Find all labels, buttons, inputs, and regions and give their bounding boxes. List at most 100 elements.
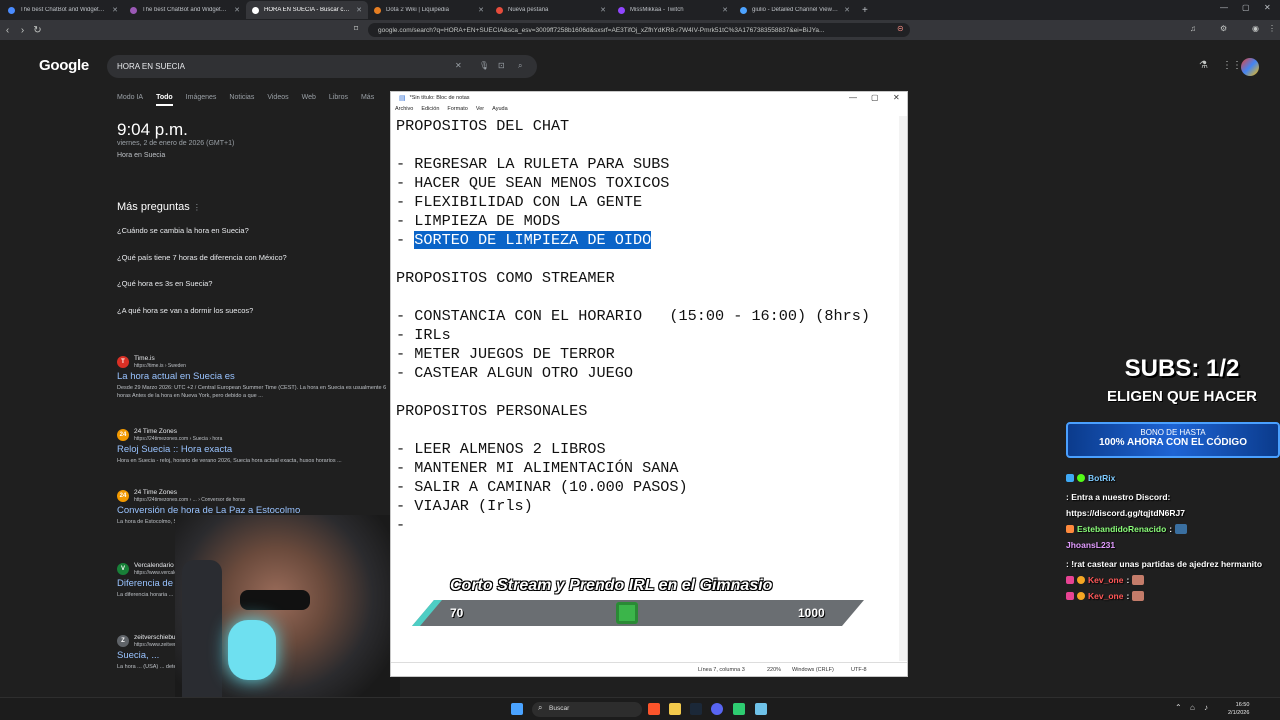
faq-item[interactable]: ¿A qué hora se van a dormir los suecos? <box>117 306 253 315</box>
tab-libros[interactable]: Libros <box>329 94 348 106</box>
brave-browser-icon[interactable] <box>648 703 660 715</box>
close-tab-icon[interactable]: ✕ <box>600 6 606 14</box>
close-tab-icon[interactable]: ✕ <box>112 6 118 14</box>
vertical-scrollbar[interactable] <box>899 116 907 661</box>
webcam-chair <box>182 560 222 720</box>
faq-item[interactable]: ¿Qué hora es 3s en Suecia? <box>117 279 212 288</box>
text-line: - IRLs <box>396 326 451 344</box>
browser-tab[interactable]: MissMikkaa - Twitch ✕ <box>612 1 734 19</box>
discord-icon[interactable] <box>711 703 723 715</box>
clear-icon[interactable]: ✕ <box>455 61 462 70</box>
search-input[interactable]: HORA EN SUECIA <box>107 55 537 78</box>
close-tab-icon[interactable]: ✕ <box>234 6 240 14</box>
steam-icon[interactable] <box>690 703 702 715</box>
result-snippet: Desde 29 Marzo 2026: UTC +2 / Central Eu… <box>117 385 387 399</box>
maximize-icon[interactable]: ▢ <box>1242 3 1250 12</box>
reload-icon[interactable]: ↻ <box>30 25 45 36</box>
close-tab-icon[interactable]: ✕ <box>722 6 728 14</box>
browser-tab[interactable]: The best ChatBot and Widgets for Kick✕ <box>2 1 124 19</box>
tab-videos[interactable]: Videos <box>267 94 288 106</box>
minimize-icon[interactable]: — <box>849 93 857 102</box>
tray-chevron-icon[interactable]: ⌃ <box>1175 703 1182 712</box>
gifter-badge-icon <box>1066 576 1074 584</box>
tab-favicon-icon <box>496 6 503 14</box>
menu-edicion[interactable]: Edición <box>421 106 439 116</box>
result-title-link[interactable]: La hora actual en Suecia es <box>117 371 397 382</box>
back-icon[interactable]: ‹ <box>0 25 15 36</box>
text-line <box>396 383 901 402</box>
tab-noticias[interactable]: Noticias <box>229 94 254 106</box>
labs-icon[interactable]: ⚗ <box>1199 60 1208 71</box>
browser-tab[interactable]: giulio - Detailed Channel Viewership ✕ <box>734 1 856 19</box>
notepad-text-area[interactable]: PROPOSITOS DEL CHAT - REGRESAR LA RULETA… <box>396 117 901 535</box>
webcam-sunglasses <box>240 590 310 610</box>
tab-modo-ia[interactable]: Modo IA <box>117 94 143 106</box>
more-options-icon[interactable]: ⋮ <box>193 203 201 212</box>
volume-icon[interactable]: ♪ <box>1204 703 1208 712</box>
goal-bar-track <box>412 600 864 626</box>
close-tab-icon[interactable]: ✕ <box>844 6 850 14</box>
tab-mas[interactable]: Más <box>361 94 374 106</box>
menu-ayuda[interactable]: Ayuda <box>492 106 508 116</box>
text-line: PROPOSITOS COMO STREAMER <box>396 269 615 287</box>
menu-icon[interactable]: ⋮ <box>1268 24 1276 33</box>
zoom-level: 220% <box>767 667 782 673</box>
faq-item[interactable]: ¿Cuándo se cambia la hora en Suecia? <box>117 226 249 235</box>
search-icon: ⌕ <box>538 703 543 712</box>
profile-icon[interactable]: ◉ <box>1252 24 1259 33</box>
bookmark-icon[interactable]: ⌑ <box>354 24 358 33</box>
address-bar[interactable]: google.com/search?q=HORA+EN+SUECIA&sca_e… <box>368 23 910 37</box>
goal-current: 70 <box>450 606 464 620</box>
text-line: PROPOSITOS PERSONALES <box>396 402 588 420</box>
file-explorer-icon[interactable] <box>669 703 681 715</box>
close-tab-icon[interactable]: ✕ <box>478 6 484 14</box>
close-tab-icon[interactable]: ✕ <box>356 6 362 14</box>
search-icon[interactable]: ⌕ <box>518 61 522 71</box>
text-line: - <box>396 516 406 534</box>
result-title-link[interactable]: Reloj Suecia :: Hora exacta <box>117 444 397 455</box>
tab-favicon-icon <box>8 6 15 14</box>
tab-imagenes[interactable]: Imágenes <box>186 94 217 106</box>
avatar[interactable] <box>1241 58 1259 76</box>
app-icon[interactable] <box>733 703 745 715</box>
browser-tab-active[interactable]: HORA EN SUECIA - Buscar con Google✕ <box>246 1 368 19</box>
text-line <box>396 421 901 440</box>
bot-badge-icon <box>1066 474 1074 482</box>
menu-archivo[interactable]: Archivo <box>395 106 413 116</box>
tab-todo[interactable]: Todo <box>156 94 173 106</box>
menu-ver[interactable]: Ver <box>476 106 484 116</box>
tab-favicon-icon <box>618 6 625 14</box>
notepad-titlebar[interactable]: ▤ *Sin título: Bloc de notas <box>391 92 907 104</box>
browser-tab[interactable]: The best ChatBot and Widgets for Kick✕ <box>124 1 246 19</box>
line-ending: Windows (CRLF) <box>792 667 834 673</box>
minimize-icon[interactable]: — <box>1220 3 1228 12</box>
browser-tab[interactable]: Nueva pestaña ✕ <box>490 1 612 19</box>
tab-web[interactable]: Web <box>302 94 316 106</box>
network-icon[interactable]: ⌂ <box>1190 703 1195 712</box>
selected-text[interactable]: SORTEO DE LIMPIEZA DE OIDO <box>414 231 652 249</box>
maximize-icon[interactable]: ▢ <box>871 93 879 102</box>
system-clock[interactable]: 16:50 2/1/2026 <box>1228 701 1249 717</box>
text-line: - SORTEO DE LIMPIEZA DE OIDO <box>396 231 652 249</box>
notepad-taskbar-icon[interactable] <box>755 703 767 715</box>
search-result: 24 24 Time Zones https://24timezones.com ›… <box>117 428 397 465</box>
security-warning-icon[interactable]: ⊝ <box>897 24 904 33</box>
menu-formato[interactable]: Formato <box>447 106 467 116</box>
apps-grid-icon[interactable]: ⋮⋮ <box>1222 60 1242 71</box>
microphone-icon[interactable]: 🎙 <box>479 61 489 70</box>
chat-message: BotRix: Entra a nuestro Discord: https:/… <box>1066 473 1185 518</box>
google-logo[interactable]: Google <box>39 57 89 74</box>
browser-tab[interactable]: Dota 2 Wiki | Liquipedia ✕ <box>368 1 490 19</box>
forward-icon[interactable]: › <box>15 25 30 36</box>
close-icon[interactable]: ✕ <box>893 93 900 102</box>
taskbar-search[interactable]: Buscar <box>532 702 642 717</box>
faq-item[interactable]: ¿Qué país tiene 7 horas de diferencia co… <box>117 253 287 262</box>
windows-start-icon[interactable] <box>511 703 523 715</box>
current-date: viernes, 2 de enero de 2026 (GMT+1) <box>117 140 235 147</box>
music-icon[interactable]: ♫ <box>1190 24 1196 33</box>
extensions-icon[interactable]: ⚙ <box>1220 24 1227 33</box>
new-tab-icon[interactable]: + <box>862 5 868 16</box>
time-location: Hora en Suecia <box>117 152 166 159</box>
camera-search-icon[interactable]: ⊡ <box>498 61 505 70</box>
close-window-icon[interactable]: ✕ <box>1264 3 1271 12</box>
